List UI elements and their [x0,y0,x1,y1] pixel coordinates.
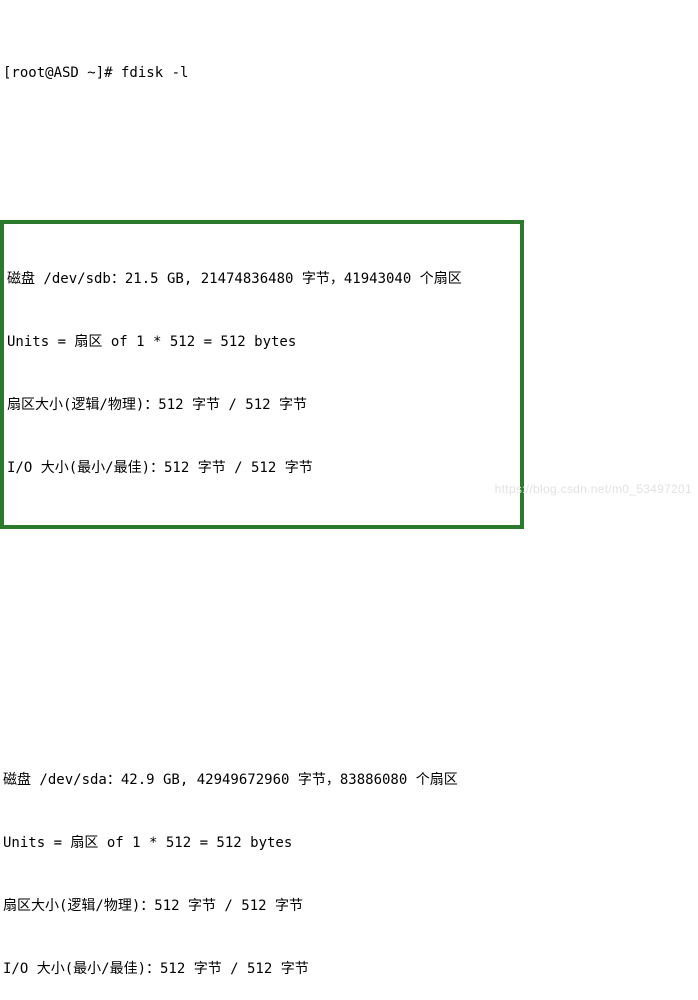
terminal-window: [root@ASD ~]# fdisk -l 磁盘 /dev/sdb：21.5 … [0,0,698,977]
disk-block-sdb: 磁盘 /dev/sdb：21.5 GB, 21474836480 字节，4194… [0,220,524,529]
disk-sdb-line-3: 扇区大小(逻辑/物理)：512 字节 / 512 字节 [7,397,308,413]
disk-sdb-line-2: Units = 扇区 of 1 * 512 = 512 bytes [7,334,297,350]
disk-sdb-line-1: 磁盘 /dev/sdb：21.5 GB, 21474836480 字节，4194… [7,271,462,287]
disk-sda-line-3: 扇区大小(逻辑/物理)：512 字节 / 512 字节 [3,898,304,914]
disk-sdb-line-4: I/O 大小(最小/最佳)：512 字节 / 512 字节 [7,460,313,476]
watermark-text: https://blog.csdn.net/m0_53497201 [494,482,692,496]
disk-sda-line-2: Units = 扇区 of 1 * 512 = 512 bytes [3,835,293,851]
disk-sda-line-1: 磁盘 /dev/sda：42.9 GB, 42949672960 字节，8388… [3,772,458,788]
command-prompt-line: [root@ASD ~]# fdisk -l [3,65,189,81]
disk-block-sda: 磁盘 /dev/sda：42.9 GB, 42949672960 字节，8388… [0,728,698,1000]
disk-sda-line-4: I/O 大小(最小/最佳)：512 字节 / 512 字节 [3,961,309,977]
